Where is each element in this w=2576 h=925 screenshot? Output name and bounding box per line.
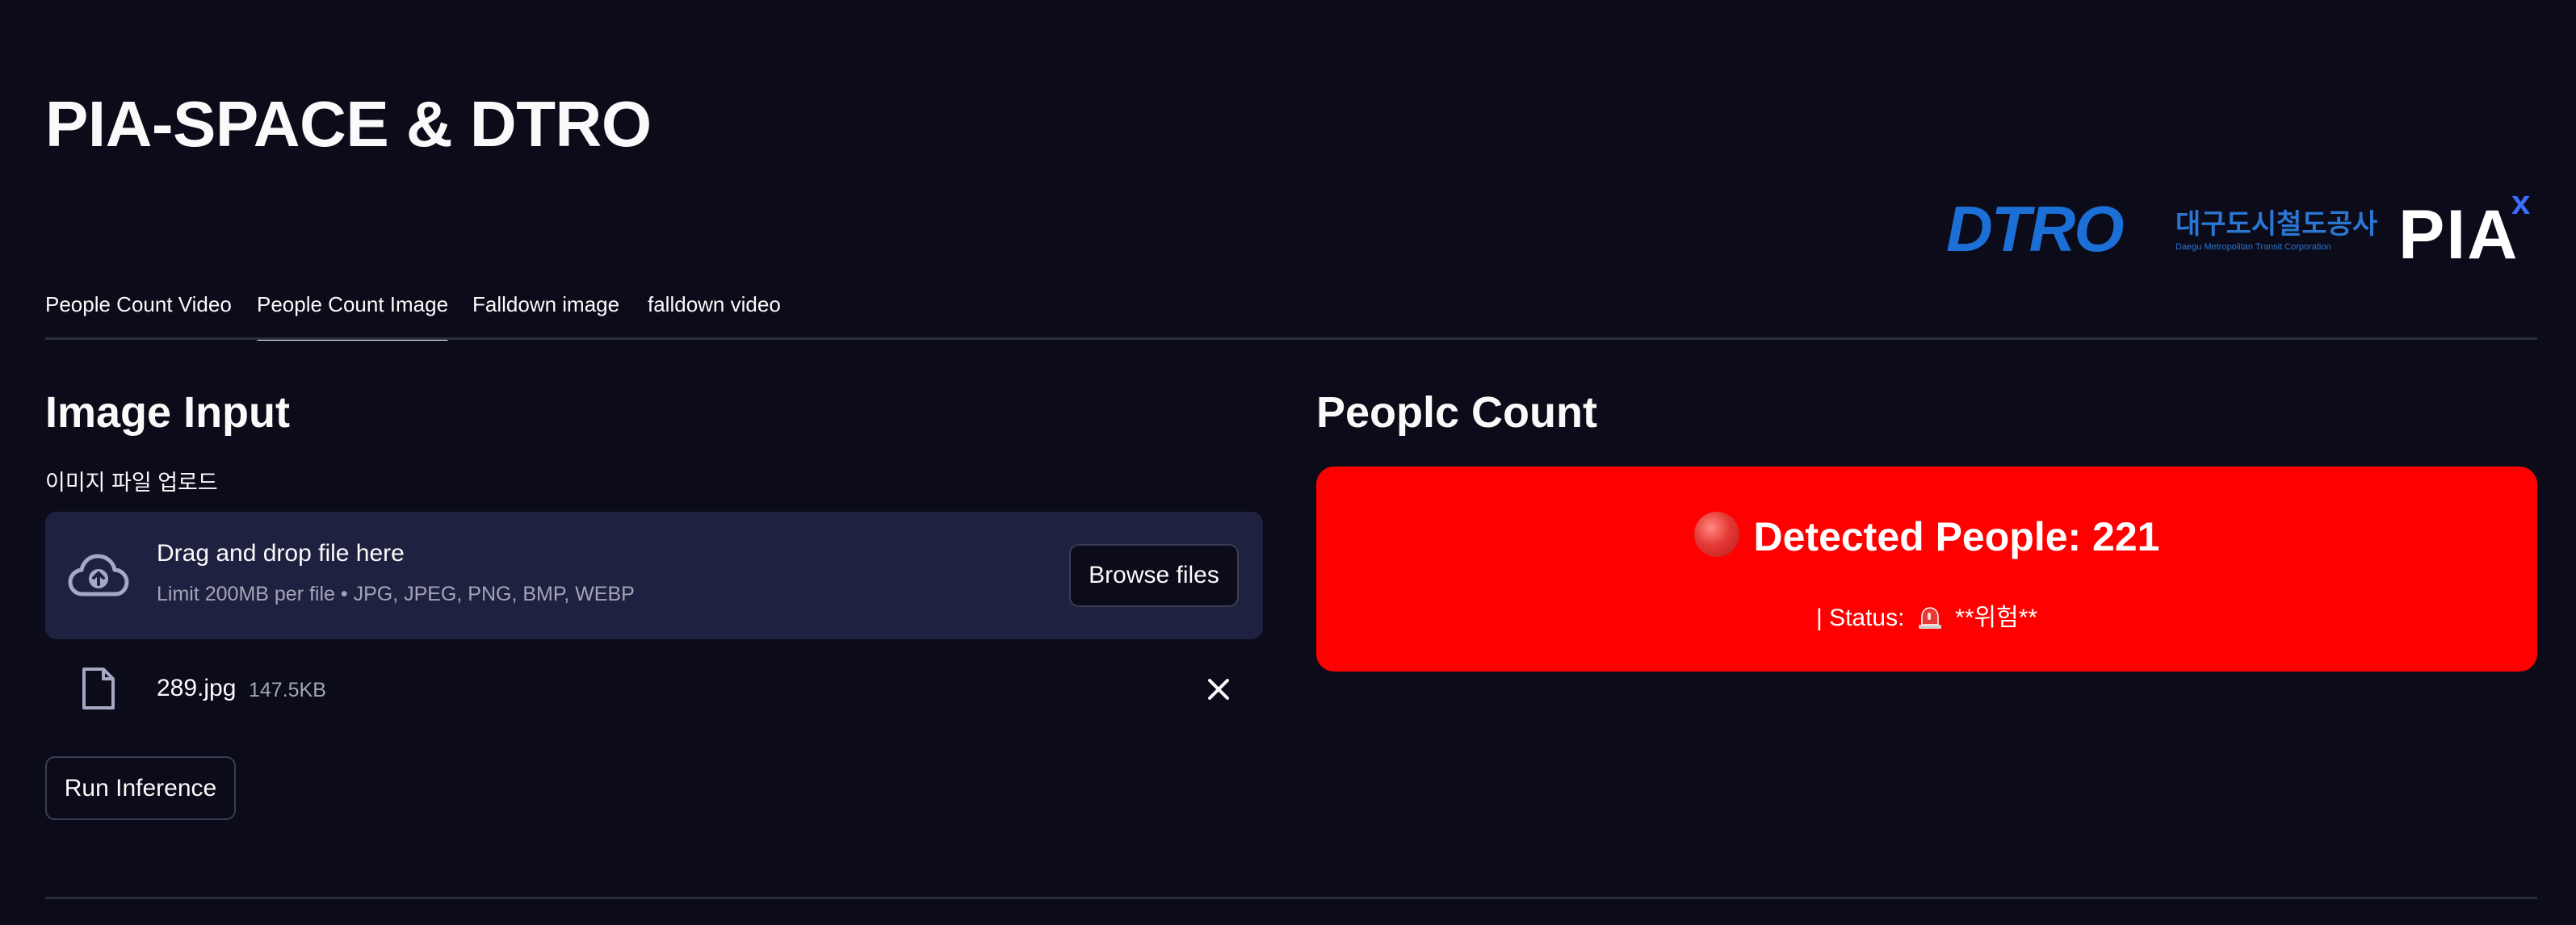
dropzone-title: Drag and drop file here — [157, 540, 405, 567]
result-card: Detected People: 221 | Status: **위험** — [1316, 467, 2537, 672]
tab-falldown-image[interactable]: Falldown image — [472, 284, 619, 337]
browse-files-button[interactable]: Browse files — [1069, 544, 1239, 607]
partner-logos: DTRO 대구도시철도공사 Daegu Metropolitan Transit… — [1946, 186, 2540, 274]
status-value: **위험** — [1955, 605, 2038, 631]
close-icon[interactable] — [1202, 672, 1236, 706]
tab-people-count-video[interactable]: People Count Video — [45, 284, 232, 337]
tab-divider — [45, 337, 2537, 340]
pia-logo: PIA — [2398, 196, 2519, 274]
detected-people-text: Detected People: 221 — [1753, 514, 2160, 559]
dropzone-limit-text: Limit 200MB per file • JPG, JPEG, PNG, B… — [157, 583, 635, 605]
dtro-korean-name: 대구도시철도공사 — [2175, 209, 2378, 240]
red-circle-icon — [1693, 512, 1739, 557]
bottom-divider — [45, 897, 2537, 899]
upload-label: 이미지 파일 업로드 — [45, 471, 218, 495]
pia-logo-mark: x — [2511, 183, 2531, 221]
people-count-heading: Peoplc Count — [1316, 388, 1597, 437]
tab-people-count-image[interactable]: People Count Image — [257, 284, 449, 341]
tab-falldown-video[interactable]: falldown video — [648, 284, 781, 337]
file-dropzone[interactable]: Drag and drop file here Limit 200MB per … — [45, 512, 1263, 639]
status-line: | Status: **위험** — [1316, 602, 2537, 634]
file-size: 147.5KB — [249, 679, 326, 701]
run-inference-button[interactable]: Run Inference — [45, 756, 236, 820]
page-title: PIA-SPACE & DTRO — [45, 88, 652, 160]
file-icon — [82, 668, 115, 709]
status-prefix: | Status: — [1815, 605, 1905, 631]
cloud-upload-icon — [68, 554, 129, 596]
dtro-english-name: Daegu Metropolitan Transit Corporation — [2175, 242, 2331, 252]
tab-bar: People Count Video People Count Image Fa… — [45, 284, 2537, 341]
image-input-heading: Image Input — [45, 388, 291, 437]
siren-icon — [1918, 607, 1941, 629]
dtro-logo: DTRO — [1946, 193, 2125, 265]
file-name: 289.jpg — [157, 675, 237, 701]
uploaded-file-row: 289.jpg 147.5KB — [45, 658, 1263, 722]
detected-people-line: Detected People: 221 — [1316, 509, 2537, 565]
app-page: PIA-SPACE & DTRO DTRO 대구도시철도공사 Daegu Met… — [0, 0, 2576, 925]
